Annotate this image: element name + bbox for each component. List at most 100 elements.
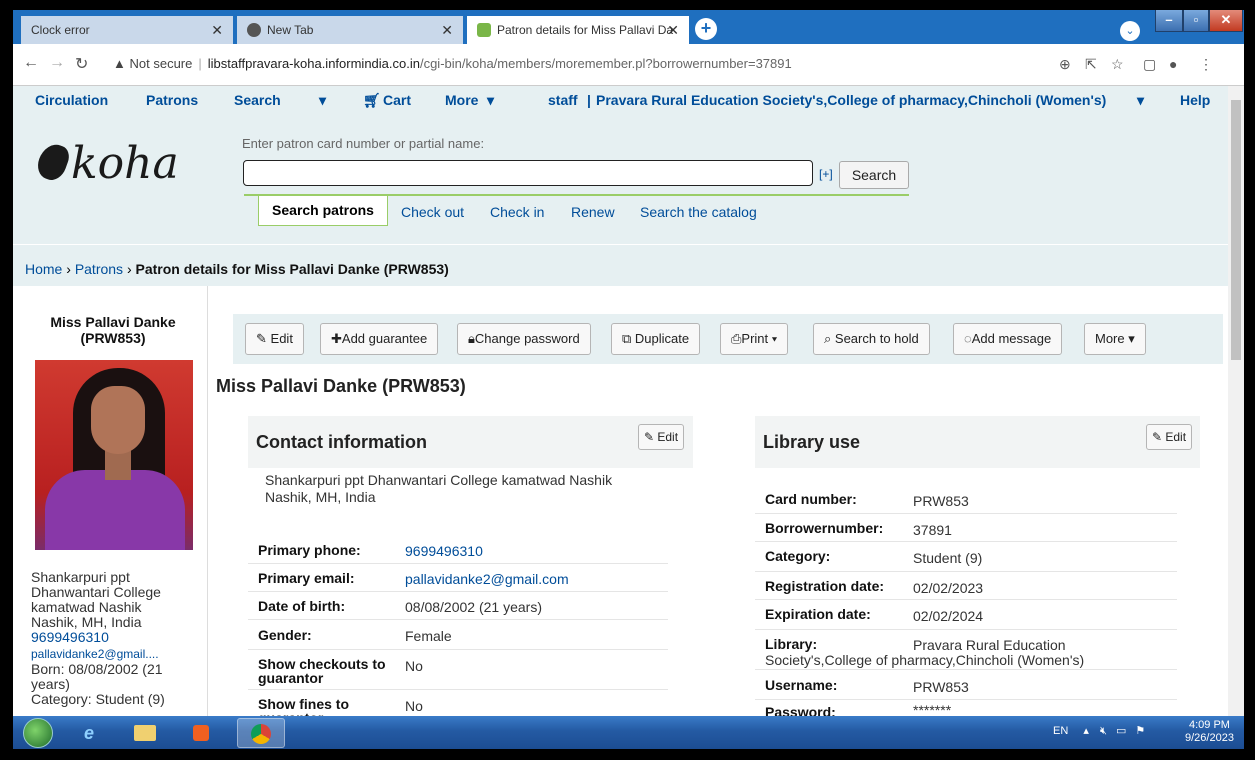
close-tab-icon[interactable]: ✕ (667, 22, 679, 39)
copy-icon: ⧉ (622, 331, 632, 346)
tab-renew[interactable]: Renew (571, 204, 615, 220)
sidebar-phone-link[interactable]: 9699496310 (31, 630, 109, 645)
scrollbar-thumb[interactable] (1231, 100, 1241, 360)
library-row: Registration date: 02/02/2023 (755, 572, 1177, 600)
sidebar-address-2: Dhanwantari College (31, 584, 161, 600)
chevron-down-icon[interactable]: ⌄ (1120, 21, 1140, 41)
patron-toolbar: ✎ Edit ✚Add guarantee 🔒︎Change password … (233, 314, 1223, 364)
email-link[interactable]: pallavidanke2@gmail.com (405, 571, 569, 587)
breadcrumb-patrons[interactable]: Patrons (75, 261, 123, 277)
chrome-taskbar-icon[interactable] (237, 718, 285, 748)
library-use-panel: Library use ✎ Edit Card number: PRW853 Bo… (755, 416, 1200, 716)
url-path: /cgi-bin/koha/members/moremember.pl?borr… (419, 56, 792, 71)
contact-panel: Contact information ✎ Edit Shankarpuri p… (248, 416, 693, 716)
contact-row: Gender: Female (248, 620, 668, 650)
explorer-icon[interactable] (121, 718, 169, 748)
share-icon[interactable]: ⇱ (1085, 56, 1097, 73)
patron-search-input[interactable] (243, 160, 813, 186)
library-use-edit-button[interactable]: ✎ Edit (1146, 424, 1192, 450)
nav-more[interactable]: More (445, 92, 478, 108)
tab-new-tab[interactable]: New Tab ✕ (237, 16, 463, 44)
nav-search-dropdown[interactable]: ▾ (319, 92, 326, 109)
koha-page: Circulation Patrons Search ▾ 🛒︎ Cart Mor… (13, 86, 1228, 716)
sidebar-born-years: years) (31, 676, 70, 692)
close-tab-icon[interactable]: ✕ (211, 22, 223, 39)
close-tab-icon[interactable]: ✕ (441, 22, 453, 39)
contact-row: Show checkouts to guarantor No (248, 650, 668, 690)
system-tray: EN ▴ 🔇︎ ▭ ⚑ (1053, 724, 1145, 738)
maximize-button[interactable]: ▫ (1183, 10, 1209, 32)
start-button[interactable] (23, 718, 53, 748)
duplicate-button[interactable]: ⧉ Duplicate (611, 323, 701, 355)
koha-favicon-icon (477, 23, 491, 37)
minimize-button[interactable]: – (1155, 10, 1183, 32)
action-center-icon[interactable]: ⚑ (1135, 725, 1145, 737)
nav-search[interactable]: Search (234, 92, 281, 108)
comment-icon: ◌ (964, 331, 972, 346)
reload-icon[interactable]: ↻ (75, 54, 88, 74)
tab-search-catalog[interactable]: Search the catalog (640, 204, 757, 220)
tab-clock-error[interactable]: Clock error ✕ (21, 16, 233, 44)
contact-edit-button[interactable]: ✎ Edit (638, 424, 684, 450)
nav-library[interactable]: Pravara Rural Education Society's,Colleg… (596, 92, 1106, 108)
library-use-heading: Library use (755, 416, 1200, 468)
sidebar-email-link[interactable]: pallavidanke2@gmail.... (31, 647, 159, 662)
patron-sidebar: Miss Pallavi Danke (PRW853) Shankarpuri … (13, 286, 208, 716)
tray-expand-icon[interactable]: ▴ (1083, 725, 1089, 737)
volume-muted-icon[interactable]: 🔇︎ (1100, 725, 1107, 737)
add-guarantee-button[interactable]: ✚Add guarantee (320, 323, 439, 355)
tab-check-in[interactable]: Check in (490, 204, 544, 220)
contact-row: Primary email: pallavidanke2@gmail.com (248, 564, 668, 592)
library-row: Card number: PRW853 (755, 484, 1177, 514)
more-button[interactable]: More ▾ (1084, 323, 1146, 355)
clock[interactable]: 4:09 PM 9/26/2023 (1185, 719, 1234, 745)
chevron-right-icon: › (66, 261, 75, 277)
koha-header: Circulation Patrons Search ▾ 🛒︎ Cart Mor… (13, 86, 1228, 244)
tab-patron-details[interactable]: Patron details for Miss Pallavi Da ✕ (467, 16, 689, 44)
breadcrumb-home[interactable]: Home (25, 261, 62, 277)
security-label: Not secure (129, 56, 193, 71)
language-indicator[interactable]: EN (1053, 725, 1068, 737)
url-field[interactable]: ▲ Not secure | libstaffpravara-koha.inform… (113, 52, 1103, 76)
patron-photo[interactable] (35, 360, 193, 550)
tab-title: Clock error (31, 23, 90, 37)
nav-patrons[interactable]: Patrons (146, 92, 198, 108)
library-row: Username: PRW853 (755, 670, 1177, 700)
nav-circulation[interactable]: Circulation (35, 92, 108, 108)
ie-icon[interactable]: e (65, 718, 113, 748)
back-icon[interactable]: ← (23, 54, 39, 72)
breadcrumb: Home › Patrons › Patron details for Miss… (13, 244, 1228, 286)
phone-link[interactable]: 9699496310 (405, 543, 483, 559)
library-row: Password: ******* (765, 702, 952, 716)
sidepanel-icon[interactable]: ▢ (1143, 56, 1156, 73)
media-player-icon[interactable] (177, 718, 225, 748)
menu-icon[interactable]: ⋮ (1199, 56, 1213, 73)
forward-icon[interactable]: → (49, 54, 65, 72)
library-row: Borrowernumber: 37891 (755, 514, 1177, 542)
add-message-button[interactable]: ◌Add message (953, 323, 1063, 355)
edit-button[interactable]: ✎ Edit (245, 323, 304, 355)
koha-logo[interactable]: koha (33, 138, 179, 189)
sidebar-address-3: kamatwad Nashik (31, 599, 142, 615)
page-scrollbar[interactable] (1228, 86, 1244, 716)
search-icon: ⌕ (824, 331, 832, 346)
nav-cart[interactable]: Cart (383, 92, 411, 108)
search-to-hold-button[interactable]: ⌕ Search to hold (813, 323, 930, 355)
tab-check-out[interactable]: Check out (401, 204, 464, 220)
star-icon[interactable]: ☆ (1111, 56, 1124, 73)
contact-row: Show fines to guarantorNo (258, 696, 423, 716)
new-tab-icon[interactable]: + (695, 18, 717, 40)
zoom-icon[interactable]: ⊕ (1059, 56, 1071, 73)
chevron-down-icon: ▾ (1137, 92, 1145, 108)
search-button[interactable]: Search (839, 161, 909, 189)
change-password-button[interactable]: 🔒︎Change password (457, 323, 591, 355)
advanced-search-toggle[interactable]: [+] (819, 167, 833, 181)
nav-staff[interactable]: staff (548, 92, 578, 108)
tab-search-patrons[interactable]: Search patrons (258, 196, 388, 226)
network-icon[interactable]: ▭ (1116, 725, 1126, 737)
close-window-button[interactable]: ✕ (1209, 10, 1243, 32)
nav-help[interactable]: Help (1180, 92, 1210, 108)
print-button[interactable]: ⎙Print ▾ (720, 323, 789, 355)
profile-icon[interactable]: ● (1169, 56, 1177, 72)
patron-name: Miss Pallavi Danke (PRW853) (50, 314, 176, 346)
